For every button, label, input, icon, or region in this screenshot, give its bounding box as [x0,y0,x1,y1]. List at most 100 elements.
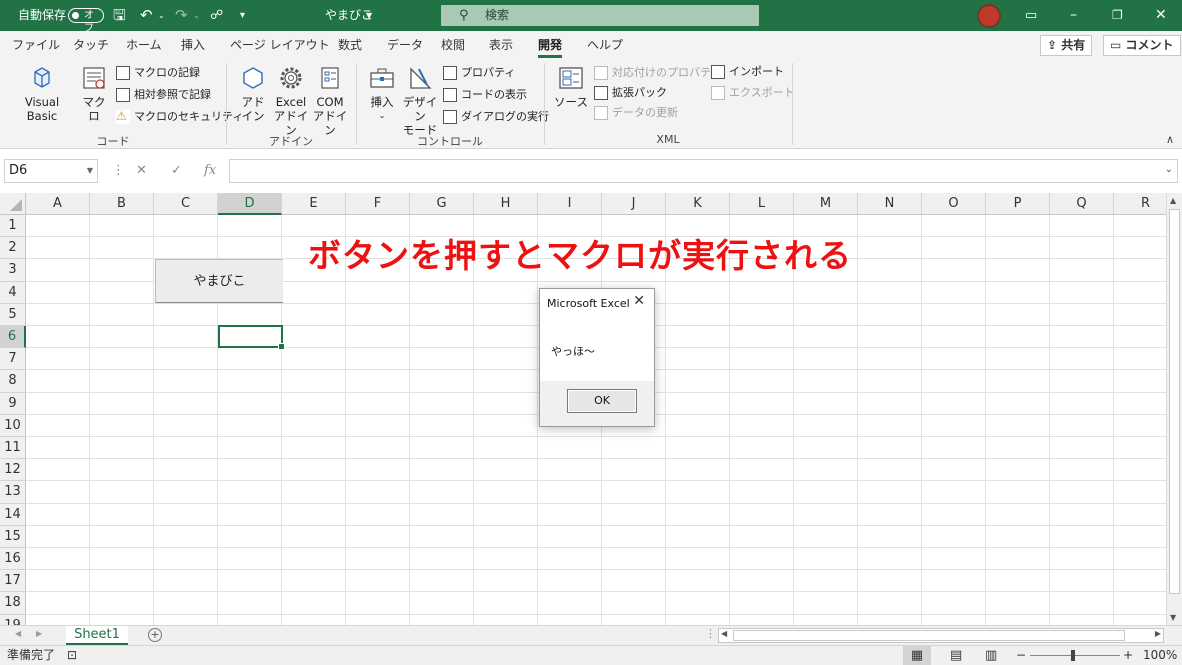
row-header-1[interactable]: 1 [0,215,26,238]
page-layout-view-icon[interactable]: ▤ [950,646,962,665]
close-icon[interactable]: ✕ [1155,0,1167,31]
restore-icon[interactable]: ❐ [1112,0,1123,31]
hscroll-thumb[interactable] [733,630,1125,641]
tab-developer[interactable]: 開発 [538,31,563,59]
column-header-h[interactable]: H [474,193,538,215]
row-header-4[interactable]: 4 [0,281,26,304]
undo-icon[interactable]: ↶ [140,0,153,31]
save-icon[interactable]: 🖫 [113,0,126,31]
row-header-5[interactable]: 5 [0,303,26,326]
xml-import-button[interactable]: インポート [711,63,784,81]
name-box[interactable]: D6 ▼ [4,159,98,183]
tab-touch[interactable]: タッチ [73,31,109,59]
zoom-slider[interactable] [1030,655,1120,656]
column-header-l[interactable]: L [730,193,794,215]
page-break-view-icon[interactable]: ▥ [985,646,997,665]
scroll-left-icon[interactable]: ◀ [721,629,727,638]
row-header-7[interactable]: 7 [0,348,26,371]
tab-data[interactable]: データ [387,31,423,59]
zoom-slider-thumb[interactable] [1071,650,1075,661]
record-macro-button[interactable]: マクロの記録 [116,64,200,82]
insert-control-button[interactable]: 挿入 ⌄ [366,63,398,123]
column-header-e[interactable]: E [282,193,346,215]
horizontal-scrollbar[interactable]: ◀ ▶ [718,628,1164,643]
insert-function-icon[interactable]: fx [204,159,216,183]
avatar[interactable] [977,4,1001,28]
column-header-b[interactable]: B [90,193,154,215]
map-properties-button[interactable]: 対応付けのプロパティ [594,64,721,82]
split-handle-icon[interactable]: ⋮ [705,627,716,640]
undo-dropdown-icon[interactable]: ⌄ [158,0,165,31]
refresh-data-button[interactable]: データの更新 [594,104,678,122]
column-header-o[interactable]: O [922,193,986,215]
expand-formula-icon[interactable]: ⌄ [1165,164,1173,175]
row-header-9[interactable]: 9 [0,392,26,415]
xml-export-button[interactable]: エクスポート [711,84,795,102]
view-code-button[interactable]: コードの表示 [443,86,527,104]
minimize-icon[interactable]: – [1070,0,1077,31]
row-header-16[interactable]: 16 [0,548,26,571]
row-header-12[interactable]: 12 [0,459,26,482]
com-addins-button[interactable]: COM アドイン [311,63,349,137]
row-header-10[interactable]: 10 [0,414,26,437]
search-box[interactable]: ⚲ 検索 [441,5,759,26]
column-header-c[interactable]: C [154,193,218,215]
row-header-17[interactable]: 17 [0,570,26,593]
column-header-j[interactable]: J [602,193,666,215]
zoom-level[interactable]: 100% [1143,646,1177,665]
column-header-g[interactable]: G [410,193,474,215]
tab-insert[interactable]: 挿入 [181,31,205,59]
xml-source-button[interactable]: ソース [554,63,588,109]
select-all-button[interactable] [0,193,26,215]
dialog-close-icon[interactable]: ✕ [633,293,645,309]
next-sheet-icon[interactable]: ▶ [36,629,42,638]
column-header-f[interactable]: F [346,193,410,215]
addins-button[interactable]: アド イン [236,63,270,123]
row-header-19[interactable]: 19 [0,614,26,625]
row-header-14[interactable]: 14 [0,503,26,526]
scroll-right-icon[interactable]: ▶ [1155,629,1161,638]
name-box-dropdown-icon[interactable]: ▼ [87,160,93,182]
column-header-r[interactable]: R [1114,193,1166,215]
properties-button[interactable]: プロパティ [443,64,515,82]
macro-record-icon[interactable]: ⊡ [67,646,77,665]
tab-file[interactable]: ファイル [12,31,60,59]
visual-basic-button[interactable]: Visual Basic [8,63,76,123]
row-header-3[interactable]: 3 [0,259,26,282]
design-mode-button[interactable]: デザイン モード [400,63,440,137]
autosave-toggle[interactable]: オフ [68,8,104,34]
macro-security-button[interactable]: ⚠ マクロのセキュリティ [116,108,243,126]
sheet-tab[interactable]: Sheet1 [66,626,128,645]
column-header-k[interactable]: K [666,193,730,215]
row-header-6[interactable]: 6 [0,326,26,349]
row-header-11[interactable]: 11 [0,437,26,460]
excel-addins-button[interactable]: Excel アドイン [272,63,310,137]
run-dialog-button[interactable]: ダイアログの実行 [443,108,549,126]
add-sheet-icon[interactable]: + [148,628,162,642]
hierarchy-icon[interactable]: ☍ [210,0,223,31]
row-header-2[interactable]: 2 [0,237,26,260]
share-button[interactable]: ⇪ 共有 [1040,35,1093,56]
scroll-down-icon[interactable]: ▼ [1170,613,1176,622]
row-header-13[interactable]: 13 [0,481,26,504]
relative-ref-button[interactable]: 相対参照で記録 [116,86,211,104]
row-header-18[interactable]: 18 [0,592,26,615]
macro-form-button[interactable]: やまびこ [155,259,283,303]
title-dropdown-icon[interactable]: ▼ [366,0,372,31]
tab-help[interactable]: ヘルプ [587,31,623,59]
column-header-d[interactable]: D [218,193,282,215]
zoom-in-icon[interactable]: + [1123,646,1133,665]
prev-sheet-icon[interactable]: ◀ [15,629,21,638]
normal-view-icon[interactable]: ▦ [903,646,931,665]
tab-view[interactable]: 表示 [489,31,513,59]
tab-home[interactable]: ホーム [126,31,162,59]
collapse-ribbon-icon[interactable]: ∧ [1166,133,1174,146]
column-header-m[interactable]: M [794,193,858,215]
ribbon-display-icon[interactable]: ▭ [1025,0,1037,31]
comment-button[interactable]: ▭ コメント [1103,35,1181,56]
redo-icon[interactable]: ↷ [175,0,188,31]
tab-page-layout[interactable]: ページ レイアウト [230,31,330,59]
redo-dropdown-icon[interactable]: ⌄ [193,0,200,31]
column-header-q[interactable]: Q [1050,193,1114,215]
column-header-i[interactable]: I [538,193,602,215]
